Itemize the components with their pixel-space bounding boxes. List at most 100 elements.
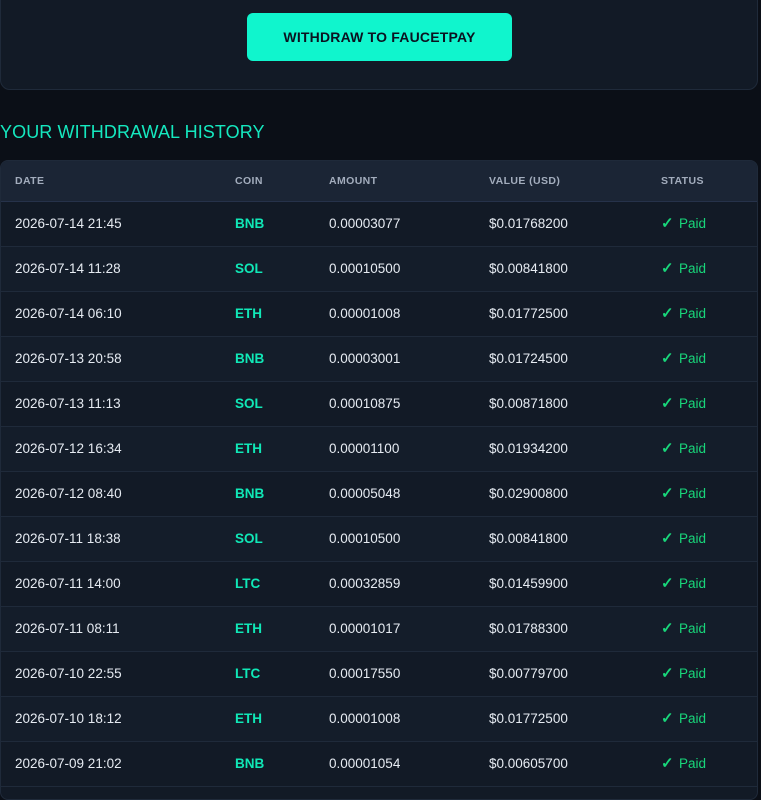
row-status: ✓ Paid [661,472,706,516]
row-status: ✓ Paid [661,742,706,786]
withdrawal-history-table: DATE COIN AMOUNT VALUE (USD) STATUS 2026… [0,160,758,800]
check-icon: ✓ [661,485,674,502]
row-value-usd: $0.01788300 [489,621,568,636]
column-header-status: STATUS [661,175,704,187]
status-label: Paid [679,396,707,411]
table-row: 2026-07-14 11:28 SOL 0.00010500 $0.00841800… [1,247,757,292]
row-coin: ETH [235,711,262,726]
table-header: DATE COIN AMOUNT VALUE (USD) STATUS [1,161,757,202]
row-amount: 0.00010500 [329,261,401,276]
status-label: Paid [679,711,707,726]
row-coin: BNB [235,756,265,771]
table-row: 2026-07-13 11:13 SOL 0.00010875 $0.00871800… [1,382,757,427]
row-date: 2026-07-12 16:34 [15,441,122,456]
row-status: ✓ Paid [661,247,706,291]
row-status: ✓ Paid [661,202,706,246]
row-value-usd: $0.01772500 [489,711,568,726]
status-label: Paid [679,531,707,546]
row-value-usd: $0.01768200 [489,216,568,231]
check-icon: ✓ [661,575,674,592]
check-icon: ✓ [661,260,674,277]
row-value-usd: $0.00841800 [489,261,568,276]
withdrawal-history-title: YOUR WITHDRAWAL HISTORY [0,122,265,142]
row-value-usd: $0.00841800 [489,531,568,546]
row-coin: SOL [235,531,263,546]
check-icon: ✓ [661,710,674,727]
row-coin: LTC [235,666,261,681]
row-date: 2026-07-09 21:02 [15,756,122,771]
row-coin: SOL [235,396,263,411]
row-status: ✓ Paid [661,697,706,741]
table-body: 2026-07-14 21:45 BNB 0.00003077 $0.01768200… [1,202,757,787]
row-value-usd: $0.00605700 [489,756,568,771]
row-coin: ETH [235,441,262,456]
row-date: 2026-07-12 08:40 [15,486,122,501]
check-icon: ✓ [661,665,674,682]
table-row: 2026-07-14 06:10 ETH 0.00001008 $0.01772500… [1,292,757,337]
withdraw-card: WITHDRAW TO FAUCETPAY [0,0,758,90]
table-row: 2026-07-11 14:00 LTC 0.00032859 $0.01459900… [1,562,757,607]
row-status: ✓ Paid [661,652,706,696]
column-header-coin: COIN [235,175,263,187]
row-value-usd: $0.01772500 [489,306,568,321]
check-icon: ✓ [661,215,674,232]
row-amount: 0.00005048 [329,486,401,501]
row-date: 2026-07-14 21:45 [15,216,122,231]
check-icon: ✓ [661,530,674,547]
row-value-usd: $0.01724500 [489,351,568,366]
check-icon: ✓ [661,755,674,772]
status-label: Paid [679,576,707,591]
row-date: 2026-07-10 18:12 [15,711,122,726]
row-status: ✓ Paid [661,517,706,561]
row-value-usd: $0.02900800 [489,486,568,501]
row-status: ✓ Paid [661,607,706,651]
row-date: 2026-07-11 08:11 [15,621,120,636]
row-value-usd: $0.00871800 [489,396,568,411]
status-label: Paid [679,351,707,366]
row-value-usd: $0.00779700 [489,666,568,681]
status-label: Paid [679,621,707,636]
table-row: 2026-07-14 21:45 BNB 0.00003077 $0.01768200… [1,202,757,247]
status-label: Paid [679,486,707,501]
row-date: 2026-07-11 18:38 [15,531,121,546]
row-coin: ETH [235,306,262,321]
status-label: Paid [679,441,707,456]
status-label: Paid [679,756,707,771]
table-row: 2026-07-10 18:12 ETH 0.00001008 $0.01772500… [1,697,757,742]
status-label: Paid [679,261,707,276]
row-date: 2026-07-10 22:55 [15,666,122,681]
column-header-value-usd: VALUE (USD) [489,175,561,187]
row-date: 2026-07-11 14:00 [15,576,121,591]
row-status: ✓ Paid [661,562,706,606]
row-amount: 0.00017550 [329,666,401,681]
row-value-usd: $0.01459900 [489,576,568,591]
row-coin: SOL [235,261,263,276]
table-row: 2026-07-10 22:55 LTC 0.00017550 $0.00779700… [1,652,757,697]
row-coin: BNB [235,351,265,366]
row-value-usd: $0.01934200 [489,441,568,456]
row-status: ✓ Paid [661,382,706,426]
row-amount: 0.00001100 [329,441,400,456]
table-row: 2026-07-11 08:11 ETH 0.00001017 $0.01788300… [1,607,757,652]
withdraw-to-faucetpay-button[interactable]: WITHDRAW TO FAUCETPAY [247,13,512,61]
row-coin: BNB [235,216,265,231]
column-header-amount: AMOUNT [329,175,378,187]
check-icon: ✓ [661,440,674,457]
row-amount: 0.00010875 [329,396,401,411]
row-amount: 0.00032859 [329,576,401,591]
table-row: 2026-07-09 21:02 BNB 0.00001054 $0.00605700… [1,742,757,787]
row-amount: 0.00001017 [329,621,401,636]
check-icon: ✓ [661,350,674,367]
row-amount: 0.00003077 [329,216,401,231]
check-icon: ✓ [661,395,674,412]
check-icon: ✓ [661,305,674,322]
status-label: Paid [679,216,707,231]
row-coin: LTC [235,576,261,591]
status-label: Paid [679,306,707,321]
row-amount: 0.00003001 [329,351,401,366]
row-date: 2026-07-13 11:13 [15,396,121,411]
table-row: 2026-07-13 20:58 BNB 0.00003001 $0.01724500… [1,337,757,382]
row-amount: 0.00001054 [329,756,401,771]
row-date: 2026-07-13 20:58 [15,351,122,366]
table-row: 2026-07-12 16:34 ETH 0.00001100 $0.01934200… [1,427,757,472]
